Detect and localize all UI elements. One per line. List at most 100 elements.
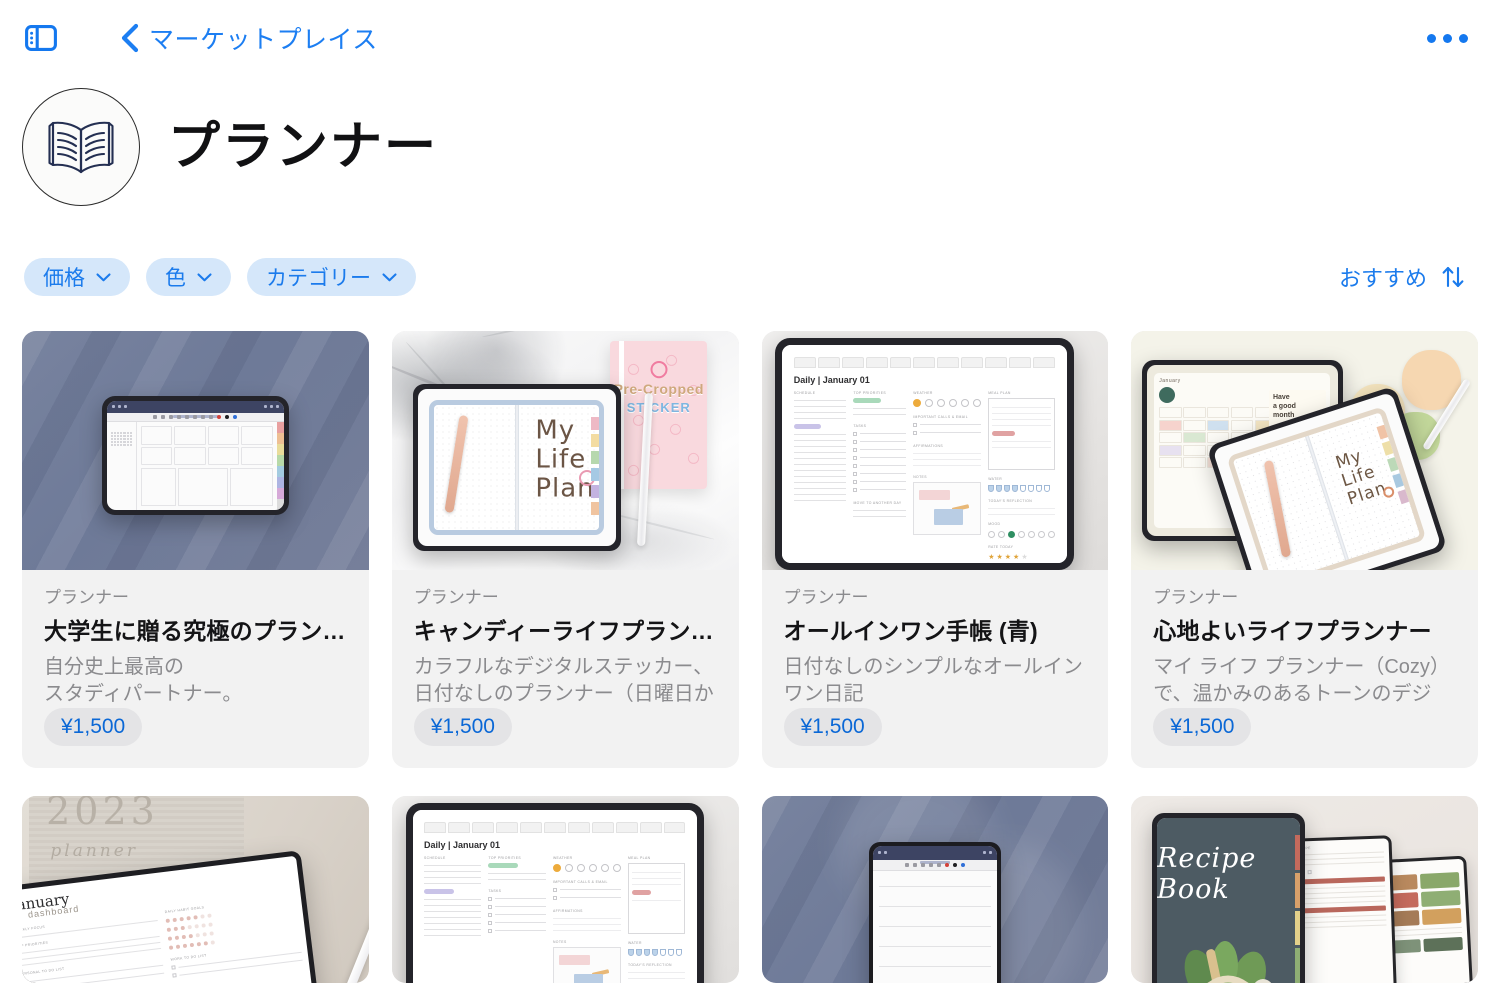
- product-card[interactable]: Pre-Cropped STICKER My Life Plan プランナー キ…: [391, 331, 739, 768]
- planner-tab-row: [423, 821, 686, 833]
- meal-plan-box: [627, 862, 686, 934]
- product-price: ¥1,500: [44, 707, 143, 746]
- recipe-rows: [873, 875, 997, 983]
- cover-title: Recipe Book: [1157, 843, 1257, 906]
- directions-header: [1297, 905, 1386, 914]
- product-thumbnail: INDEX: [1131, 795, 1478, 983]
- product-thumbnail: Daily | January 01 SCHEDULE TOP PRIORITI…: [391, 795, 739, 983]
- product-thumbnail: [22, 331, 369, 571]
- product-card-body: プランナー 心地よいライフプランナー マイ ライフ プランナー（Cozy）で、温…: [1131, 570, 1478, 708]
- calendar-month-label: January: [1159, 378, 1181, 385]
- product-card-body: プランナー オールインワン手帳 (青) 日付なしのシンプルなオールインワン日記: [762, 570, 1109, 708]
- chevron-down-icon: [96, 272, 111, 281]
- sticker-pack-panel: Pre-Cropped STICKER: [610, 340, 708, 489]
- filter-chip-group: 価格 色 カテゴリー: [24, 258, 416, 296]
- sort-control-label: おすすめ: [1338, 266, 1427, 291]
- category-header: プランナー: [0, 76, 1500, 206]
- product-card[interactable]: 2023 planner January dashboard WEEKLY FO…: [22, 795, 369, 983]
- sort-control[interactable]: おすすめ: [1339, 261, 1476, 293]
- mini-calendar: [110, 432, 132, 447]
- marketplace-category-page: マーケットプレイス プランナー 価格 色 カテゴリー おすすめ プランナー 大学…: [0, 0, 1500, 1007]
- product-title: 大学生に贈る究極のプランナー: [44, 617, 347, 644]
- page-title: プランナー: [168, 118, 439, 176]
- sort-arrows-icon: [1442, 266, 1464, 288]
- tablet-screen: [106, 400, 284, 511]
- notebook-heading: My Life Plan: [535, 415, 595, 504]
- app-week-grid: [137, 422, 277, 510]
- tablet-screen: RECIPE: [1290, 838, 1396, 983]
- product-card[interactable]: [761, 795, 1109, 983]
- vegetable-basket-illustration: [1184, 941, 1272, 983]
- product-card[interactable]: INDEX: [1131, 795, 1478, 983]
- meal-plan-box: [988, 397, 1056, 470]
- meal-mood-column: MEAL PLAN WATER TODAY'S REFLECTION: [627, 856, 686, 983]
- product-grid-row-2: 2023 planner January dashboard WEEKLY FO…: [0, 795, 1500, 983]
- product-thumbnail: 2023 planner January dashboard WEEKLY FO…: [22, 795, 369, 983]
- tablet-screen: Recipe Book: [1157, 817, 1300, 983]
- digital-notebook: My Life Plan: [429, 399, 604, 535]
- dashboard-right: DAILY HABIT GOALS WORK TO DO LIST: [165, 894, 304, 981]
- notebook-heading: My Life Plan: [1333, 446, 1390, 510]
- cover-tab-strip: [1294, 835, 1300, 983]
- product-description: カラフルなデジタルステッカー、日付なしのプランナー（日曜日から…: [413, 655, 714, 705]
- app-pen-tools: [106, 412, 284, 423]
- sidebar-toggle-button[interactable]: [22, 19, 60, 57]
- sticky-note-blue: [573, 973, 603, 983]
- product-card-body: プランナー 大学生に贈る究極のプランナー 自分史上最高の スタディパートナー。: [22, 570, 369, 708]
- product-description: 自分史上最高の スタディパートナー。: [44, 655, 243, 705]
- product-card[interactable]: プランナー 大学生に贈る究極のプランナー 自分史上最高の スタディパートナー。 …: [22, 331, 369, 768]
- product-price: ¥1,500: [783, 707, 882, 746]
- planner-columns: SCHEDULE TOP PRIORITIES: [423, 856, 686, 983]
- daily-planner-sheet: Daily | January 01 SCHEDULE TOP PRIORITI…: [782, 345, 1067, 564]
- product-card[interactable]: January Have a good month My Life Plan プ…: [1131, 331, 1478, 768]
- app-color-tabs: [276, 422, 284, 511]
- weather-notes-column: WEATHER IMPORTANT CALLS & EMAIL AFFIRMAT…: [552, 856, 621, 983]
- sticker-panel-subtitle: STICKER: [626, 399, 691, 415]
- product-card-footer: ¥1,500: [1131, 707, 1478, 768]
- cover-year: 2023: [46, 795, 159, 834]
- sidebar-toggle-icon: [25, 25, 57, 51]
- app-toolbar: [106, 400, 284, 413]
- open-book-icon: [48, 121, 114, 174]
- tablet-mockup: My Life Plan: [412, 383, 621, 551]
- chevron-left-icon: [121, 23, 139, 53]
- recipe-book-cover: Recipe Book: [1157, 817, 1300, 983]
- back-to-marketplace-link[interactable]: マーケットプレイス: [120, 20, 378, 56]
- tablet-screen: Daily | January 01 SCHEDULE TOP PRIORITI…: [782, 345, 1067, 564]
- product-card[interactable]: Daily | January 01 SCHEDULE TOP PRIORITI…: [761, 331, 1109, 768]
- tablet-mockup-cover: Recipe Book: [1152, 812, 1305, 983]
- product-price: ¥1,500: [1153, 707, 1252, 746]
- more-options-button[interactable]: [1417, 24, 1478, 53]
- product-grid: プランナー 大学生に贈る究極のプランナー 自分史上最高の スタディパートナー。 …: [0, 296, 1500, 768]
- notebook-right-page: My Life Plan: [518, 404, 599, 530]
- product-card[interactable]: Daily | January 01 SCHEDULE TOP PRIORITI…: [391, 795, 739, 983]
- product-thumbnail: [761, 795, 1109, 983]
- schedule-column: SCHEDULE: [423, 856, 482, 983]
- product-card-footer: ¥1,500: [22, 707, 369, 768]
- notes-card: [552, 946, 621, 983]
- recipe-panel-label: RECIPE: [1295, 843, 1383, 851]
- top-bar: マーケットプレイス: [0, 0, 1500, 76]
- planner-tab-row: [793, 356, 1056, 368]
- sticker-panel-title: Pre-Cropped: [613, 380, 704, 397]
- more-horizontal-icon-dot-1: [1427, 33, 1436, 43]
- dashboard-left: WEEKLY FOCUS TOP PRIORITIES PERSONAL TO …: [22, 911, 166, 983]
- weather-notes-column: WEATHER IMPORTANT CALLS & EMAIL AFFIRMAT…: [913, 391, 982, 548]
- filter-chip-price[interactable]: 価格: [24, 258, 130, 296]
- filter-chip-category[interactable]: カテゴリー: [247, 258, 416, 296]
- filter-chip-color[interactable]: 色: [146, 258, 231, 296]
- product-title: 心地よいライフプランナー: [1153, 617, 1432, 644]
- schedule-column: SCHEDULE: [793, 391, 847, 548]
- chevron-down-icon: [382, 272, 397, 281]
- cover-subtitle: planner: [50, 841, 138, 862]
- digital-notebook: My Life Plan: [1227, 406, 1428, 571]
- meal-mood-column: MEAL PLAN WATER TODAY'S REFLECTION MOOD …: [988, 391, 1056, 561]
- app-canvas: [107, 422, 284, 511]
- app-sidebar: [107, 422, 137, 511]
- filter-chip-price-label: 価格: [43, 267, 85, 290]
- planner-sheet-title: Daily | January 01: [423, 839, 501, 850]
- product-price: ¥1,500: [413, 707, 512, 746]
- product-title: キャンディーライフプランナー: [413, 617, 717, 644]
- product-category: プランナー: [783, 588, 869, 608]
- product-card-footer: ¥1,500: [762, 707, 1109, 768]
